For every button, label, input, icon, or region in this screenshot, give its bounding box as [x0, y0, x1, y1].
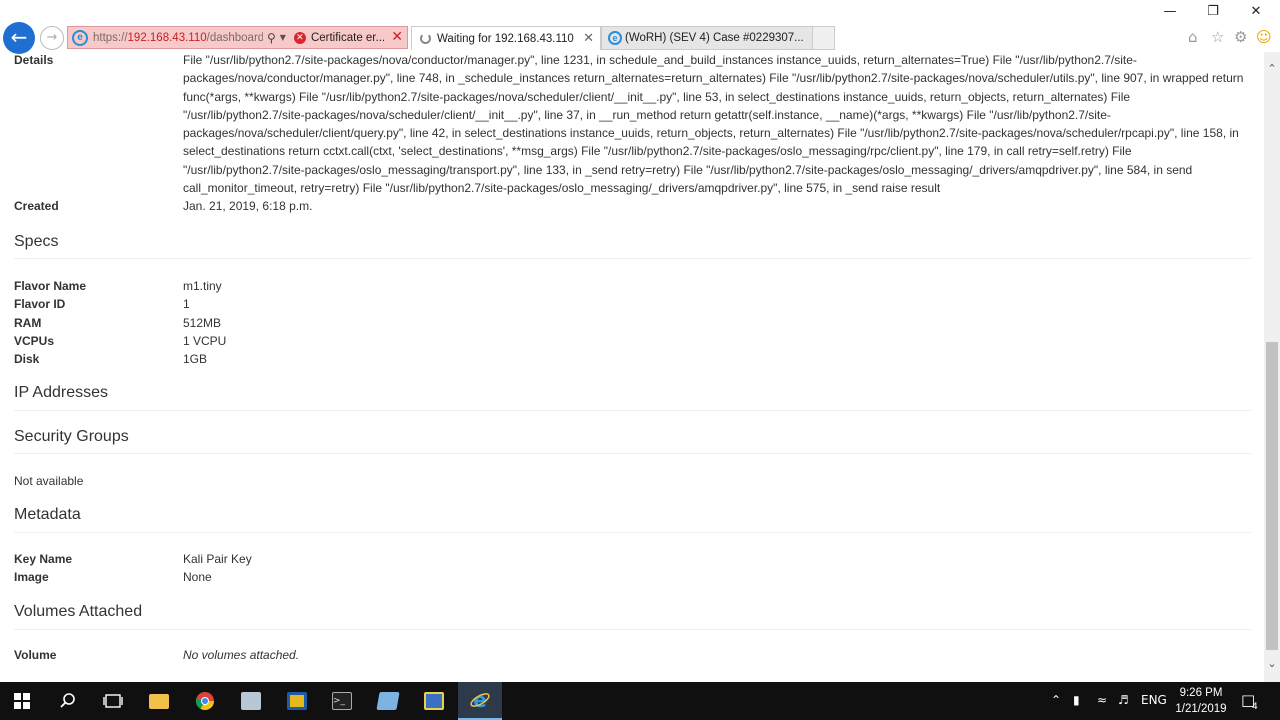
volume-label: Volume [14, 648, 57, 662]
volumes-attached-heading: Volumes Attached [14, 603, 143, 620]
ram-label: RAM [14, 316, 42, 330]
key-name-label: Key Name [14, 552, 73, 566]
file-explorer-icon[interactable] [137, 682, 181, 720]
divider [14, 258, 1251, 259]
vcpus-value: 1 VCPU [183, 334, 227, 348]
url-text[interactable]: https://192.168.43.110/dashboard/p [93, 32, 263, 44]
flavor-name-label: Flavor Name [14, 279, 87, 293]
instance-overview: Details File "/usr/lib/python2.7/site-pa… [0, 52, 1264, 682]
task-view-icon[interactable] [91, 682, 135, 720]
flavor-name-value: m1.tiny [183, 279, 222, 293]
date: 1/21/2019 [1175, 703, 1227, 715]
notification-count: 4 [1252, 702, 1258, 712]
forward-arrow-icon[interactable]: → [40, 26, 64, 50]
details-value: File "/usr/lib/python2.7/site-packages/n… [183, 53, 1244, 196]
show-hidden-icons-icon[interactable]: ⌃ [1051, 693, 1061, 707]
browser-chrome: — ❐ ✕ ← → e https://192.168.43.110/dashb… [0, 0, 1280, 54]
virtualbox-icon[interactable] [275, 682, 319, 720]
search-icon[interactable]: ⚲ [267, 31, 276, 45]
home-icon[interactable]: ⌂ [1188, 28, 1198, 46]
taskbar: >_ e ⌃ ▮ ≈ ♬ ENG 9:26 PM 1/21/2019 □ 4 [0, 682, 1280, 720]
internet-explorer-icon[interactable]: e [458, 682, 502, 720]
feedback-smiley-icon[interactable]: ☺ [1256, 28, 1272, 46]
battery-icon[interactable]: ▮ [1073, 693, 1080, 707]
image-value: None [183, 570, 212, 584]
ip-addresses-heading: IP Addresses [14, 384, 108, 401]
specs-heading: Specs [14, 233, 59, 250]
time: 9:26 PM [1179, 687, 1223, 699]
details-label: Details [14, 53, 54, 67]
ie-favicon-icon: e [72, 29, 88, 46]
security-groups-value: Not available [14, 474, 84, 488]
minimize-icon[interactable]: — [1155, 4, 1185, 19]
tab-title: (WoRH) (SEV 4) Case #0229307... [625, 32, 804, 44]
tab-title: Waiting for 192.168.43.110 [437, 32, 574, 45]
ram-value: 512MB [183, 316, 222, 330]
loading-spinner-icon [420, 33, 431, 44]
vm-app-icon[interactable] [229, 682, 273, 720]
disk-value: 1GB [183, 352, 208, 366]
vertical-scrollbar[interactable]: ⌃ ⌄ [1264, 52, 1280, 682]
chrome-icon[interactable] [183, 682, 227, 720]
vcpus-label: VCPUs [14, 334, 55, 348]
network-app-icon[interactable] [412, 682, 456, 720]
divider [14, 629, 1251, 630]
key-name-value: Kali Pair Key [183, 552, 252, 566]
volume-value: No volumes attached. [183, 648, 300, 662]
search-icon[interactable] [46, 682, 90, 720]
dropdown-icon[interactable]: ▼ [280, 33, 286, 42]
wifi-icon[interactable]: ≈ [1097, 693, 1107, 707]
terminal-icon[interactable]: >_ [320, 682, 364, 720]
flavor-id-value: 1 [183, 297, 190, 311]
start-icon[interactable] [0, 682, 44, 720]
created-label: Created [14, 199, 59, 213]
new-tab-button[interactable] [813, 26, 835, 50]
close-window-icon[interactable]: ✕ [1241, 4, 1271, 19]
image-label: Image [14, 570, 49, 584]
scroll-thumb[interactable] [1266, 342, 1278, 650]
tab-case[interactable]: e (WoRH) (SEV 4) Case #0229307... [601, 26, 813, 50]
back-arrow-icon[interactable]: ← [3, 22, 35, 54]
disk-label: Disk [14, 352, 40, 366]
address-bar[interactable]: e https://192.168.43.110/dashboard/p ⚲ ▼… [67, 26, 408, 49]
created-value: Jan. 21, 2019, 6:18 p.m. [183, 199, 313, 213]
svg-text:e: e [473, 689, 487, 711]
restore-icon[interactable]: ❐ [1198, 4, 1228, 19]
language-indicator[interactable]: ENG [1141, 693, 1167, 707]
close-icon[interactable]: ✕ [391, 29, 403, 45]
certificate-error-icon[interactable]: ✕ [293, 31, 306, 44]
scroll-up-icon[interactable]: ⌃ [1264, 62, 1280, 75]
tab-active[interactable]: Waiting for 192.168.43.110 ✕ [411, 26, 601, 50]
divider [14, 410, 1251, 411]
clock[interactable]: 9:26 PM 1/21/2019 [1170, 685, 1232, 717]
tab-close-icon[interactable]: ✕ [583, 31, 594, 46]
divider [14, 532, 1251, 533]
settings-gear-icon[interactable]: ⚙ [1234, 28, 1247, 46]
ie-favicon-icon: e [608, 31, 622, 45]
metadata-heading: Metadata [14, 506, 81, 523]
security-groups-heading: Security Groups [14, 428, 129, 445]
favorites-star-icon[interactable]: ☆ [1211, 28, 1224, 46]
scroll-down-icon[interactable]: ⌄ [1264, 657, 1280, 670]
certificate-error-label[interactable]: Certificate er... [311, 32, 385, 44]
notepad-icon[interactable] [366, 682, 410, 720]
flavor-id-label: Flavor ID [14, 297, 66, 311]
volume-icon[interactable]: ♬ [1118, 693, 1129, 707]
divider [14, 453, 1251, 454]
